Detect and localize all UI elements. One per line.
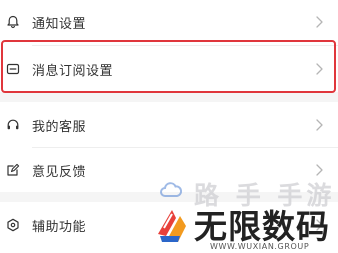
settings-item-label: 我的客服	[32, 119, 87, 135]
settings-item-label: 辅助功能	[32, 219, 87, 235]
settings-item-notification[interactable]: 通知设置	[0, 0, 338, 44]
settings-item-label: 意见反馈	[32, 164, 87, 180]
watermark: 路 手 手游 无限数码 WWW.WUXIAN.GROUP	[150, 170, 335, 253]
settings-item-label: 通知设置	[32, 16, 87, 32]
headset-icon	[6, 118, 20, 132]
brand-logo-icon	[152, 206, 192, 246]
chevron-right-icon	[314, 15, 324, 29]
accessibility-icon	[6, 218, 20, 232]
settings-item-customer-service[interactable]: 我的客服	[0, 103, 338, 147]
cloud-logo-icon	[160, 182, 182, 197]
watermark-brand-text: 无限数码	[194, 207, 330, 246]
chevron-right-icon	[314, 118, 324, 132]
settings-item-message-subscription[interactable]: 消息订阅设置	[0, 47, 338, 91]
chevron-right-icon	[314, 62, 324, 76]
settings-screen: 通知设置 消息订阅设置 我的客服 意见反馈 辅助功能 路 手 手游 无限数码 W…	[0, 0, 338, 253]
watermark-url: WWW.WUXIAN.GROUP	[210, 242, 310, 251]
row-divider	[32, 45, 338, 46]
settings-item-label: 消息订阅设置	[32, 63, 114, 79]
feedback-icon	[6, 163, 20, 177]
message-icon	[6, 62, 20, 76]
bell-icon	[6, 15, 20, 29]
